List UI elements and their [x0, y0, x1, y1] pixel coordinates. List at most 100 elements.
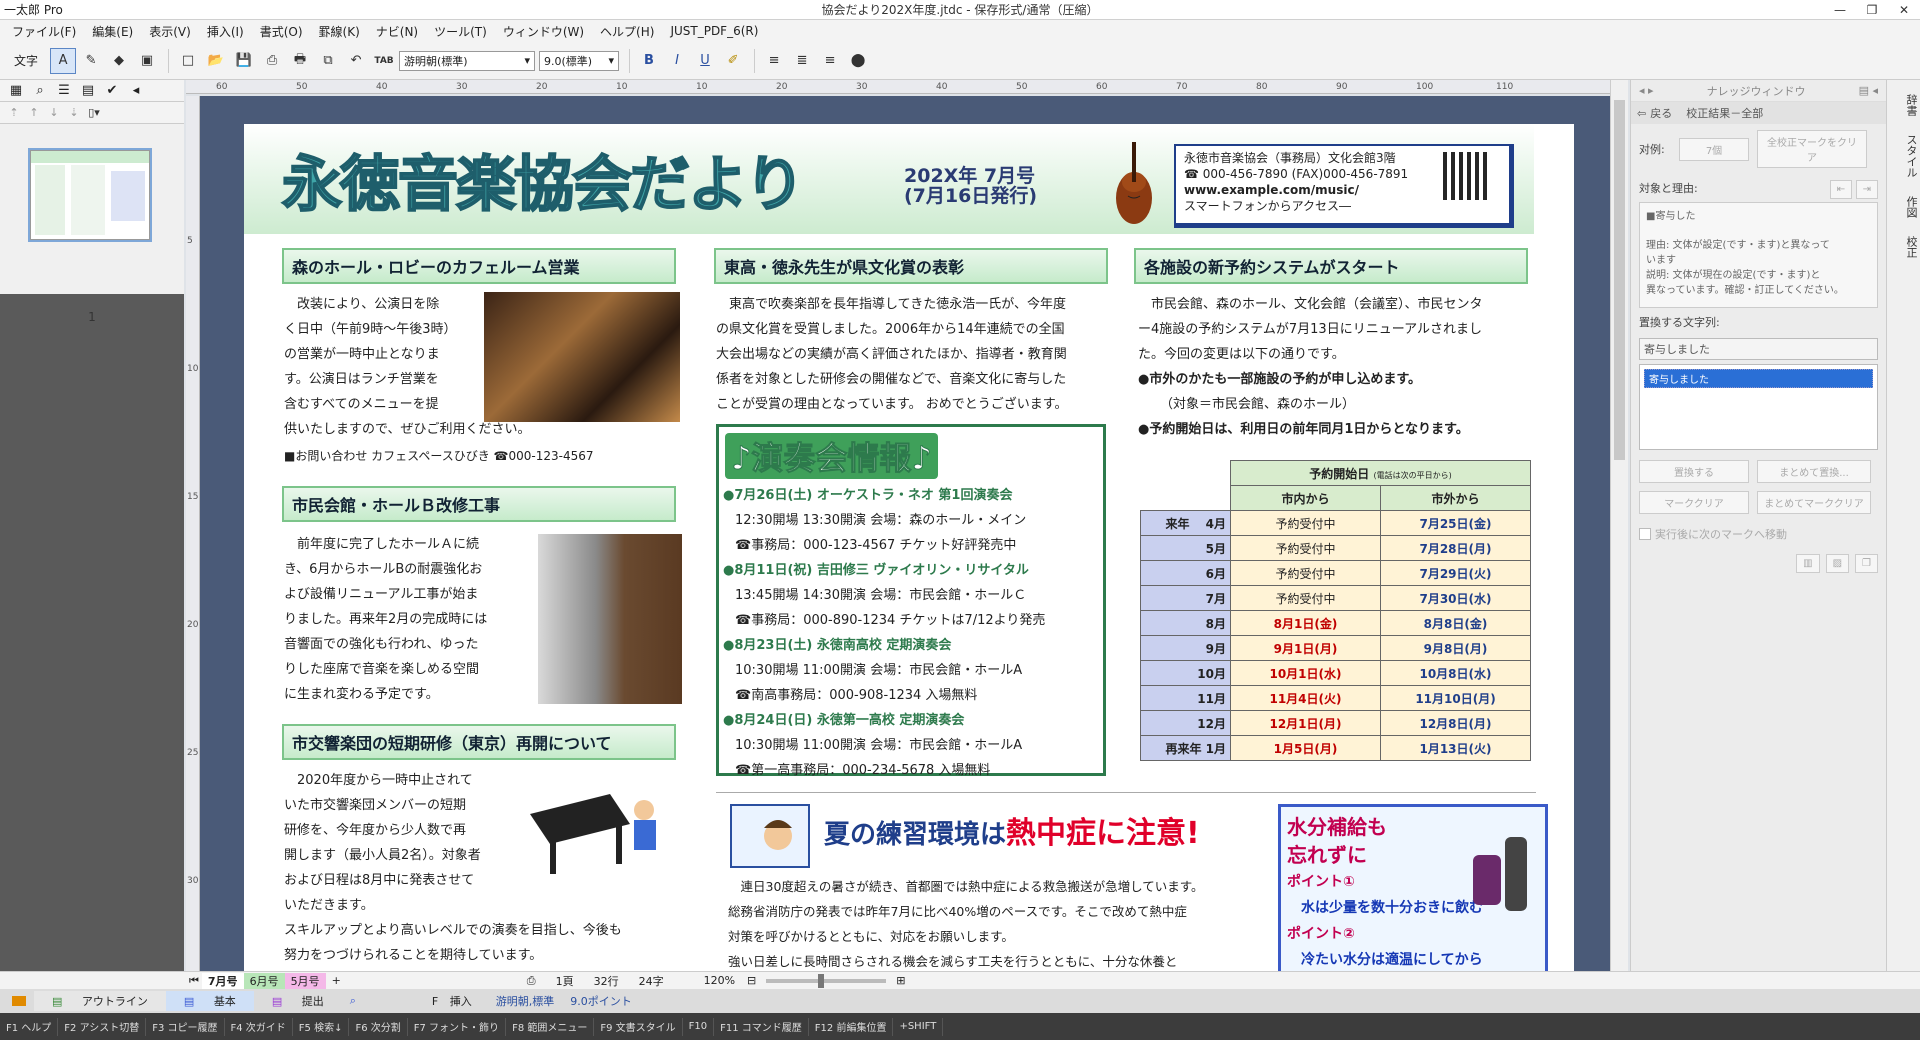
side-tab[interactable]: スタイル [1889, 130, 1919, 182]
size-select[interactable]: 9.0(標準) ▾ [539, 50, 620, 71]
italic-icon[interactable]: I [664, 48, 690, 74]
sheet-tab[interactable]: 5月号 [284, 972, 326, 989]
clear-all-button[interactable]: まとめてマーククリア [1757, 491, 1871, 514]
align-center-icon[interactable]: ≣ [789, 48, 815, 74]
menu-item[interactable]: 編集(E) [84, 23, 141, 40]
save-as-icon[interactable]: ⎙ [259, 48, 285, 74]
function-key[interactable]: F3 コピー履歴 [146, 1017, 225, 1036]
prev-mark-icon[interactable]: ⇤ [1829, 179, 1853, 199]
align-left-icon[interactable]: ≡ [761, 48, 787, 74]
submit-tab[interactable]: ▤ 提出 [254, 991, 342, 1011]
clear-all-marks-button[interactable]: 全校正マークをクリア [1757, 130, 1867, 168]
page-thumbnail[interactable] [30, 150, 150, 240]
panel-nav-icon[interactable]: ◂ ▸ [1639, 84, 1654, 97]
align-right-icon[interactable]: ≡ [817, 48, 843, 74]
zoom-out-icon[interactable]: ⊟ [743, 974, 760, 987]
copy-doc-icon[interactable]: ❐ [1855, 554, 1878, 573]
count-button[interactable]: 7個 [1679, 137, 1749, 161]
function-key[interactable]: F9 文書スタイル [594, 1017, 683, 1036]
replace-button[interactable]: 置換する [1639, 460, 1749, 483]
menu-item[interactable]: 表示(V) [141, 23, 199, 40]
arrow-up-icon[interactable]: ↑ [24, 106, 44, 119]
add-sheet-icon[interactable]: + [326, 974, 347, 987]
shape-icon[interactable]: ◆ [106, 48, 132, 74]
maximize-button[interactable]: ❐ [1856, 0, 1888, 20]
replace-input[interactable]: 寄与しました [1639, 338, 1878, 360]
replace-all-button[interactable]: まとめて置換... [1757, 460, 1871, 483]
vertical-scrollbar[interactable] [1610, 80, 1628, 971]
chart-icon[interactable]: ▥ [1796, 554, 1820, 573]
function-key[interactable]: F12 前編集位置 [809, 1017, 894, 1036]
menu-item[interactable]: 挿入(I) [199, 23, 252, 40]
sheet-tab[interactable]: 7月号 [201, 972, 244, 989]
copy-icon[interactable]: ⧉ [315, 48, 341, 74]
back-button[interactable]: 戻る [1650, 105, 1672, 121]
list-icon[interactable]: ☰ [52, 83, 76, 98]
replace-candidates-list[interactable]: 寄与しました [1639, 364, 1878, 450]
panel-options-icon[interactable]: ▤ ◂ [1859, 84, 1878, 97]
zoom-slider[interactable] [766, 973, 887, 988]
page-icon[interactable]: ▤ [76, 83, 100, 98]
scrollbar-thumb[interactable] [1614, 100, 1625, 460]
check-icon[interactable]: ✔ [100, 83, 124, 98]
frame-icon[interactable]: ▣ [134, 48, 160, 74]
highlight-icon[interactable]: ✐ [720, 48, 746, 74]
menu-item[interactable]: ツール(T) [426, 23, 495, 40]
function-key[interactable]: F5 検索↓ [293, 1017, 350, 1036]
tab-button[interactable]: TAB [371, 48, 397, 74]
zoom-level[interactable]: 120% [674, 974, 743, 987]
back-icon[interactable]: ⇦ [1637, 107, 1646, 120]
nav-first-icon[interactable]: ⏮ [186, 974, 202, 988]
menu-item[interactable]: ウィンドウ(W) [495, 23, 592, 40]
outline-tab[interactable]: ▤ アウトライン [34, 991, 166, 1011]
page-menu-icon[interactable]: ▯▾ [84, 106, 104, 119]
list-item[interactable]: 寄与しました [1644, 369, 1873, 388]
menu-item[interactable]: 罫線(K) [311, 23, 368, 40]
function-key[interactable]: F4 次ガイド [225, 1017, 293, 1036]
function-key[interactable]: F6 次分割 [349, 1017, 408, 1036]
pen-icon[interactable]: ✎ [78, 48, 104, 74]
side-tab[interactable]: 辞書 [1889, 90, 1919, 120]
arrow-down-icon[interactable]: ↓ [44, 106, 64, 119]
undo-icon[interactable]: ↶ [343, 48, 369, 74]
arrow-down-end-icon[interactable]: ⇣ [64, 106, 84, 119]
basic-tab[interactable]: ▤ 基本 [165, 991, 254, 1011]
arrow-up-icon[interactable]: ⇡ [4, 106, 24, 119]
open-folder-icon[interactable]: 📂 [203, 48, 229, 74]
function-key[interactable]: F8 範囲メニュー [506, 1017, 595, 1036]
function-key[interactable]: F7 フォント・飾り [408, 1017, 507, 1036]
search-icon[interactable]: ⌕ [28, 83, 52, 98]
bold-icon[interactable]: B [636, 48, 662, 74]
function-key[interactable]: F10 [683, 1017, 715, 1036]
side-tab[interactable]: 作図 [1889, 192, 1919, 222]
close-button[interactable]: ✕ [1888, 0, 1920, 20]
next-mark-icon[interactable]: ⇥ [1855, 179, 1878, 199]
function-key[interactable]: F1 ヘルプ [0, 1017, 59, 1036]
move-next-checkbox[interactable] [1639, 528, 1651, 540]
text-mode-icon[interactable]: A [50, 47, 77, 74]
document-page[interactable]: 永徳音楽協会だより 202X年 7月号 (7月16日発行) 永徳市音楽協会（事務… [244, 124, 1574, 971]
save-icon[interactable]: 💾 [231, 48, 257, 74]
clear-mark-button[interactable]: マーククリア [1639, 491, 1749, 514]
minimize-button[interactable]: — [1824, 0, 1856, 20]
collapse-icon[interactable]: ◂ [124, 83, 148, 98]
menu-item[interactable]: JUST_PDF_6(R) [662, 24, 766, 38]
side-tab[interactable]: 校正 [1889, 232, 1919, 262]
menu-item[interactable]: ナビ(N) [368, 23, 426, 40]
new-document-icon[interactable]: □ [175, 48, 201, 74]
zoom-in-icon[interactable]: ⊞ [892, 974, 909, 987]
menu-item[interactable]: ヘルプ(H) [592, 23, 662, 40]
search-icon[interactable]: ⌕ [342, 994, 364, 1008]
dropdown-circle-icon[interactable]: ⬤ [845, 48, 871, 74]
underline-icon[interactable]: U [692, 48, 718, 74]
function-key[interactable]: F2 アシスト切替 [58, 1017, 147, 1036]
print-icon[interactable]: 🖶 [287, 48, 313, 74]
grid-icon[interactable]: ▦ [4, 83, 28, 98]
print-preview-icon[interactable]: ⎙ [517, 974, 546, 988]
image-icon[interactable]: ▨ [1825, 554, 1850, 573]
function-key[interactable]: +SHIFT [893, 1017, 944, 1036]
function-key[interactable]: F11 コマンド履歴 [714, 1017, 809, 1036]
font-select[interactable]: 游明朝(標準) ▾ [399, 50, 536, 71]
sheet-tab[interactable]: 6月号 [243, 972, 285, 989]
menu-item[interactable]: 書式(O) [252, 23, 311, 40]
